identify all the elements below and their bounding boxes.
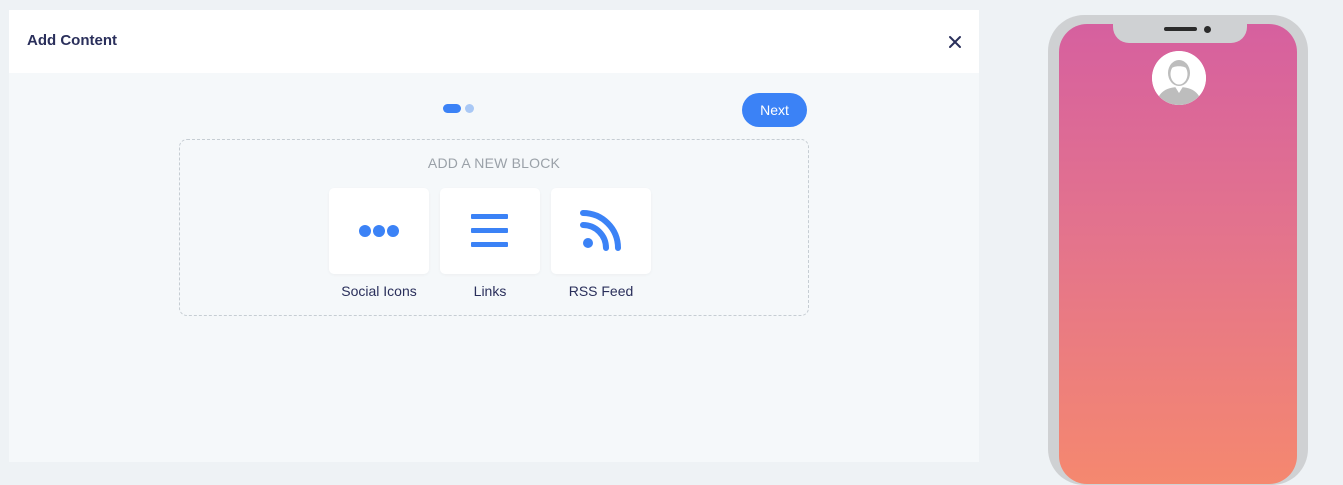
social-icons-tile[interactable] (329, 188, 429, 274)
add-block-area: ADD A NEW BLOCK Social Icons Links RSS F… (179, 139, 809, 316)
add-content-panel: Add Content Next ADD A NEW BLOCK Social … (9, 10, 979, 462)
phone-speaker (1164, 27, 1197, 31)
close-button[interactable] (944, 31, 966, 53)
list-lines-icon (471, 214, 508, 247)
pager-dot-active[interactable] (443, 104, 461, 113)
rss-icon (580, 210, 621, 251)
links-label: Links (473, 283, 507, 299)
user-avatar-icon (1152, 51, 1206, 105)
more-dots-icon (359, 225, 399, 237)
profile-avatar[interactable] (1152, 51, 1206, 105)
panel-title: Add Content (27, 32, 117, 49)
links-tile[interactable] (440, 188, 540, 274)
next-button[interactable]: Next (742, 93, 807, 127)
rss-feed-tile[interactable] (551, 188, 651, 274)
close-icon (949, 36, 961, 48)
social-icons-label: Social Icons (341, 283, 417, 299)
pager-dot[interactable] (465, 104, 474, 113)
phone-camera (1204, 26, 1211, 33)
panel-header: Add Content (9, 10, 979, 73)
rss-feed-label: RSS Feed (568, 283, 634, 299)
step-pager (443, 104, 483, 113)
block-area-heading: ADD A NEW BLOCK (427, 155, 561, 171)
